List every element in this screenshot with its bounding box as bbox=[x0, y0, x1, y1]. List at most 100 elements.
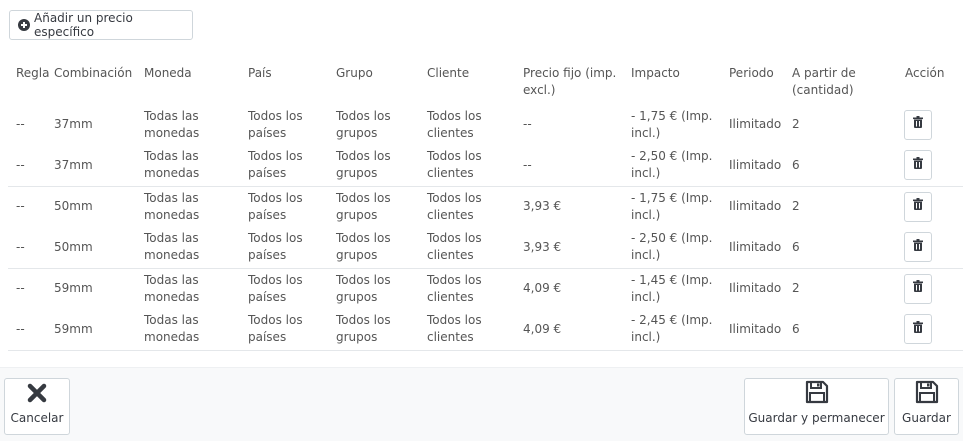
cell-combinacion: 37mm bbox=[54, 157, 93, 172]
cell-cliente: Todos los clientes bbox=[427, 267, 523, 309]
cell-precio-fijo: -- bbox=[523, 117, 532, 131]
cell-regla: -- bbox=[8, 185, 54, 227]
cell-cantidad: 6 bbox=[792, 239, 800, 254]
save-and-stay-button[interactable]: Guardar y permanecer bbox=[744, 378, 889, 435]
close-icon bbox=[26, 382, 48, 407]
cell-periodo: Ilimitado bbox=[729, 157, 782, 172]
cell-periodo: Ilimitado bbox=[729, 117, 782, 131]
table-header-row: Regla Combinación Moneda País Grupo Clie… bbox=[8, 58, 963, 104]
save-label: Guardar bbox=[902, 411, 951, 425]
trash-icon bbox=[913, 280, 923, 297]
save-and-stay-label: Guardar y permanecer bbox=[748, 411, 885, 425]
header-grupo: Grupo bbox=[336, 66, 373, 80]
cancel-button[interactable]: Cancelar bbox=[4, 378, 70, 435]
cell-precio-fijo: 3,93 € bbox=[523, 185, 631, 227]
cell-pais: Todos los países bbox=[248, 309, 336, 351]
cell-periodo: Ilimitado bbox=[729, 185, 792, 227]
table-row: -- 37mm Todas las monedas Todos los países T… bbox=[8, 145, 963, 186]
cell-cliente: Todos los clientes bbox=[427, 231, 482, 263]
floppy-disk-icon bbox=[805, 380, 829, 407]
cell-precio-fijo: 4,09 € bbox=[523, 309, 631, 351]
delete-button[interactable] bbox=[904, 150, 932, 181]
trash-icon bbox=[913, 238, 923, 256]
cell-periodo: Ilimitado bbox=[729, 309, 792, 351]
cell-pais: Todos los países bbox=[248, 231, 303, 263]
cell-cliente: Todos los clientes bbox=[427, 108, 482, 140]
cell-combinacion: 59mm bbox=[54, 267, 144, 309]
cell-moneda: Todas las monedas bbox=[144, 309, 248, 351]
save-button[interactable]: Guardar bbox=[894, 378, 959, 435]
cell-cliente: Todos los clientes bbox=[427, 149, 482, 181]
cell-impacto: - 2,45 € (Imp. incl.) bbox=[631, 309, 729, 351]
header-cliente: Cliente bbox=[427, 66, 470, 80]
cell-cliente: Todos los clientes bbox=[427, 185, 523, 227]
header-a-partir-de: A partir de (cantidad) bbox=[792, 66, 856, 97]
cell-impacto: - 2,50 € (Imp. incl.) bbox=[631, 231, 713, 263]
plus-circle-icon bbox=[18, 19, 30, 31]
cell-regla: -- bbox=[16, 157, 25, 172]
cell-accion bbox=[904, 227, 963, 268]
header-precio-fijo: Precio fijo (imp. excl.) bbox=[523, 66, 617, 97]
header-impacto: Impacto bbox=[631, 66, 680, 80]
cell-combinacion: 59mm bbox=[54, 309, 144, 351]
trash-icon bbox=[913, 198, 923, 215]
cell-accion bbox=[904, 145, 963, 186]
table-row: -- 50mm Todas las monedas Todos los países T… bbox=[8, 227, 963, 268]
cell-moneda: Todas las monedas bbox=[144, 267, 248, 309]
trash-icon bbox=[913, 320, 923, 338]
delete-button[interactable] bbox=[904, 273, 932, 304]
header-regla: Regla bbox=[16, 66, 50, 80]
cell-cantidad: 6 bbox=[792, 309, 905, 351]
cell-moneda: Todas las monedas bbox=[144, 185, 248, 227]
cell-cantidad: 6 bbox=[792, 157, 800, 172]
cancel-label: Cancelar bbox=[10, 411, 64, 425]
cell-grupo: Todos los grupos bbox=[336, 231, 391, 263]
cell-periodo: Ilimitado bbox=[729, 267, 792, 309]
cell-accion bbox=[904, 185, 963, 227]
header-accion: Acción bbox=[905, 66, 945, 80]
cell-regla: -- bbox=[8, 267, 54, 309]
header-combinacion: Combinación bbox=[54, 66, 133, 80]
cell-pais: Todos los países bbox=[248, 185, 336, 227]
table-row: -- 59mm Todas las monedas Todos los países T… bbox=[8, 309, 963, 351]
cell-grupo: Todos los grupos bbox=[336, 267, 427, 309]
specific-prices-table: Regla Combinación Moneda País Grupo Clie… bbox=[8, 58, 963, 351]
form-footer: Cancelar Guardar y permanecer Guardar bbox=[0, 367, 963, 441]
cell-pais: Todos los países bbox=[248, 267, 336, 309]
cell-moneda: Todas las monedas bbox=[144, 231, 200, 263]
cell-accion bbox=[904, 104, 963, 145]
table-row: -- 37mm Todas las monedas Todos los países T… bbox=[8, 104, 963, 145]
delete-button[interactable] bbox=[904, 191, 932, 222]
cell-grupo: Todos los grupos bbox=[336, 185, 427, 227]
cell-accion bbox=[904, 309, 963, 351]
cell-precio-fijo: -- bbox=[523, 157, 532, 172]
cell-impacto: - 1,75 € (Imp. incl.) bbox=[631, 185, 729, 227]
cell-moneda: Todas las monedas bbox=[144, 149, 200, 181]
cell-grupo: Todos los grupos bbox=[336, 108, 391, 140]
table-row: -- 50mm Todas las monedas Todos los países T… bbox=[8, 185, 963, 227]
cell-regla: -- bbox=[8, 309, 54, 351]
cell-combinacion: 50mm bbox=[54, 239, 93, 254]
cell-pais: Todos los países bbox=[248, 149, 303, 181]
cell-impacto: - 1,45 € (Imp. incl.) bbox=[631, 267, 729, 309]
cell-grupo: Todos los grupos bbox=[336, 309, 427, 351]
delete-button[interactable] bbox=[904, 232, 932, 263]
cell-impacto: - 2,50 € (Imp. incl.) bbox=[631, 149, 713, 181]
floppy-disk-icon bbox=[915, 380, 939, 407]
header-periodo: Periodo bbox=[729, 66, 774, 80]
delete-button[interactable] bbox=[904, 109, 932, 140]
cell-cantidad: 2 bbox=[792, 117, 800, 131]
cell-impacto: - 1,75 € (Imp. incl.) bbox=[631, 108, 713, 140]
delete-button[interactable] bbox=[904, 314, 932, 345]
cell-accion bbox=[904, 267, 963, 309]
cell-moneda: Todas las monedas bbox=[144, 108, 200, 140]
cell-combinacion: 50mm bbox=[54, 185, 144, 227]
cell-cantidad: 2 bbox=[792, 267, 905, 309]
header-moneda: Moneda bbox=[144, 66, 192, 80]
add-specific-price-label: Añadir un precio específico bbox=[34, 11, 133, 39]
cell-precio-fijo: 4,09 € bbox=[523, 267, 631, 309]
trash-icon bbox=[913, 116, 923, 133]
add-specific-price-button[interactable]: Añadir un precio específico bbox=[9, 10, 193, 40]
cell-pais: Todos los países bbox=[248, 108, 303, 140]
cell-regla: -- bbox=[16, 239, 25, 254]
